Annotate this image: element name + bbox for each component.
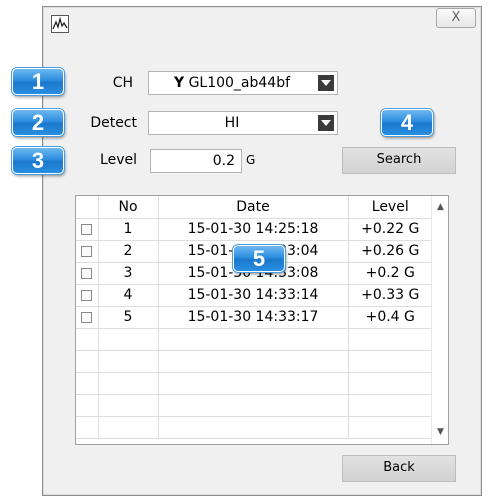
column-header-date: Date	[157, 196, 349, 219]
row-checkbox[interactable]	[81, 245, 93, 257]
ch-channel-icon: Y	[173, 75, 185, 91]
empty-row	[76, 371, 433, 395]
scroll-down-icon[interactable]: ▼	[432, 424, 448, 441]
cell-no: 2	[97, 239, 159, 263]
table-row[interactable]: 4 15-01-30 14:33:14 +0.33 G	[76, 283, 433, 307]
cell-no: 4	[97, 283, 159, 307]
detect-label: Detect	[90, 115, 137, 131]
column-header-level: Level	[347, 196, 433, 219]
empty-row	[76, 327, 433, 351]
cell-date: 15-01-30 14:25:18	[157, 217, 349, 241]
level-unit: G	[246, 153, 256, 167]
row-checkbox[interactable]	[81, 289, 93, 301]
app-icon	[51, 15, 69, 33]
cell-no: 3	[97, 261, 159, 285]
empty-row	[76, 393, 433, 417]
callout-badge-5: 5	[233, 245, 285, 272]
cell-no: 1	[97, 217, 159, 241]
row-checkbox-cell	[76, 305, 99, 329]
table-header-row: No Date Level	[76, 196, 433, 219]
back-button[interactable]: Back	[342, 455, 456, 482]
level-label: Level	[100, 152, 137, 168]
chevron-down-icon[interactable]	[318, 75, 334, 91]
ch-value: GL100_ab44bf	[188, 75, 291, 91]
table-scrollbar[interactable]: ▲ ▼	[431, 196, 448, 444]
search-button[interactable]: Search	[342, 147, 456, 174]
table-row[interactable]: 1 15-01-30 14:25:18 +0.22 G	[76, 217, 433, 241]
callout-badge-1: 1	[12, 68, 64, 95]
results-table: No Date Level 1 15-01-30 14:25:18 +0.22 …	[75, 195, 449, 445]
row-checkbox[interactable]	[81, 311, 93, 323]
cell-date: 15-01-30 14:33:14	[157, 283, 349, 307]
callout-badge-2: 2	[12, 109, 64, 136]
cell-level: +0.4 G	[347, 305, 433, 329]
row-checkbox[interactable]	[81, 267, 93, 279]
empty-row	[76, 415, 433, 439]
chevron-down-icon[interactable]	[318, 115, 334, 131]
close-icon: X	[451, 10, 461, 25]
title-bar: X	[43, 7, 481, 37]
cell-level: +0.33 G	[347, 283, 433, 307]
callout-badge-4: 4	[381, 109, 433, 136]
cell-level: +0.26 G	[347, 239, 433, 263]
ch-select-value: Y GL100_ab44bf	[149, 72, 315, 94]
cell-level: +0.22 G	[347, 217, 433, 241]
ch-select[interactable]: Y GL100_ab44bf	[148, 71, 338, 95]
detect-select[interactable]: HI	[148, 111, 338, 135]
row-checkbox-cell	[76, 283, 99, 307]
empty-row	[76, 349, 433, 373]
table-row[interactable]: 5 15-01-30 14:33:17 +0.4 G	[76, 305, 433, 329]
scroll-up-icon[interactable]: ▲	[432, 199, 448, 216]
detect-value: HI	[224, 115, 240, 131]
close-button[interactable]: X	[436, 8, 476, 28]
row-checkbox-cell	[76, 217, 99, 241]
ch-label: CH	[112, 75, 133, 91]
checkbox-column-header	[76, 196, 99, 219]
cell-no: 5	[97, 305, 159, 329]
row-checkbox-cell	[76, 239, 99, 263]
cell-date: 15-01-30 14:33:17	[157, 305, 349, 329]
row-checkbox-cell	[76, 261, 99, 285]
column-header-no: No	[97, 196, 159, 219]
row-checkbox[interactable]	[81, 223, 93, 235]
callout-badge-3: 3	[12, 147, 64, 174]
level-input[interactable]: 0.2	[150, 149, 242, 173]
cell-level: +0.2 G	[347, 261, 433, 285]
